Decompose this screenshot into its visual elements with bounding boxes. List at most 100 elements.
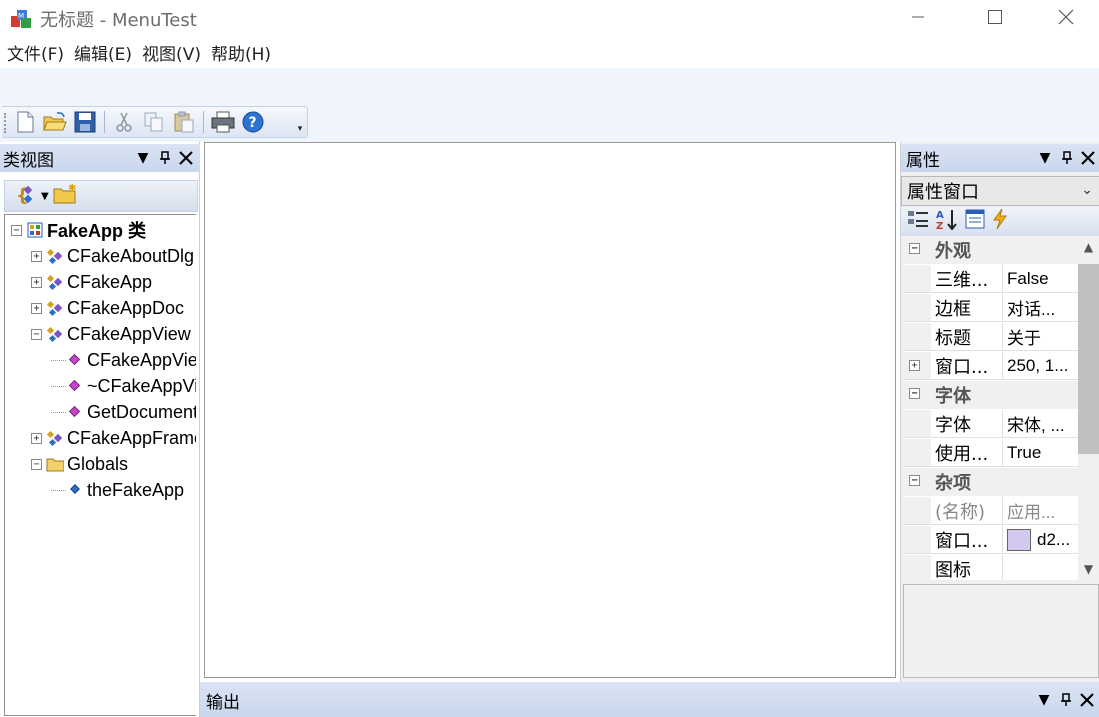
scroll-down-icon[interactable]: ▼ xyxy=(1078,558,1099,580)
color-swatch[interactable] xyxy=(1007,528,1031,551)
property-category[interactable]: − 字体 xyxy=(903,381,1078,409)
tree-item-label: Globals xyxy=(67,453,129,474)
properties-header: 属性 ▼ xyxy=(901,144,1099,172)
tree-item[interactable]: + CFakeAppDoc xyxy=(31,296,184,320)
maximize-button[interactable] xyxy=(972,0,1018,34)
toolbar-grip[interactable] xyxy=(4,113,7,133)
dropdown-arrow-icon[interactable]: ▼ xyxy=(133,148,153,168)
title-bar: M 无标题 - MenuTest xyxy=(0,0,1099,36)
pin-icon[interactable] xyxy=(1056,690,1076,710)
property-row[interactable]: 标题 关于 xyxy=(903,323,1078,351)
tree-item[interactable]: GetDocument xyxy=(51,400,196,424)
class-icon xyxy=(46,429,64,447)
document-view[interactable] xyxy=(204,142,896,678)
tree-item[interactable]: − Globals xyxy=(31,452,128,476)
new-folder-icon[interactable]: ✱ xyxy=(53,183,77,210)
expand-icon[interactable]: + xyxy=(31,250,42,262)
collapse-icon[interactable]: − xyxy=(909,388,920,399)
tree-item-label: CFakeAppFrame xyxy=(67,427,196,448)
property-category[interactable]: − 外观 xyxy=(903,236,1078,264)
tree-item[interactable]: theFakeApp xyxy=(51,478,184,502)
properties-object-combo[interactable]: 属性窗口 ⌄ xyxy=(901,176,1099,206)
standard-toolbar: ? ▾ xyxy=(2,106,308,138)
property-grid-scrollbar[interactable]: ▲ ▼ xyxy=(1078,236,1099,580)
collapse-icon[interactable]: − xyxy=(31,458,42,470)
tree-connector xyxy=(51,489,66,491)
property-row[interactable]: (名称) 应用... xyxy=(903,497,1078,525)
pin-icon[interactable] xyxy=(1057,148,1077,168)
save-icon[interactable] xyxy=(70,108,100,136)
sort-classes-icon[interactable]: { xyxy=(15,183,37,210)
property-value[interactable]: d2... xyxy=(1003,526,1078,554)
categorized-icon[interactable] xyxy=(907,209,929,234)
property-category[interactable]: − 杂项 xyxy=(903,468,1078,496)
close-pane-icon[interactable] xyxy=(176,148,196,168)
property-value[interactable]: 宋体, ... xyxy=(1003,410,1078,438)
properties-page-icon[interactable] xyxy=(965,209,985,234)
toolbar-overflow-button[interactable]: ▾ xyxy=(293,107,307,137)
tree-item[interactable]: ~CFakeAppView xyxy=(51,374,196,398)
cut-icon[interactable] xyxy=(109,108,139,136)
chevron-down-icon: ⌄ xyxy=(1081,182,1093,198)
expand-icon[interactable]: + xyxy=(31,276,42,288)
menu-file[interactable]: 文件(F) xyxy=(6,40,71,65)
paste-icon[interactable] xyxy=(169,108,199,136)
tree-item[interactable]: + CFakeAboutDlg xyxy=(31,244,194,268)
expand-icon[interactable]: + xyxy=(909,360,920,371)
property-value-text: 250, 1... xyxy=(1007,355,1069,375)
collapse-icon[interactable]: − xyxy=(11,224,22,236)
tree-item-label: CFakeAboutDlg xyxy=(67,245,195,266)
property-row[interactable]: 三维... False xyxy=(903,265,1078,293)
tree-item[interactable]: + CFakeApp xyxy=(31,270,152,294)
scroll-up-icon[interactable]: ▲ xyxy=(1078,236,1099,258)
property-value[interactable]: 应用... xyxy=(1003,497,1078,525)
menu-help[interactable]: 帮助(H) xyxy=(210,40,278,65)
property-row[interactable]: 边框 对话... xyxy=(903,294,1078,322)
collapse-icon[interactable]: − xyxy=(31,328,42,340)
tree-item-label: ~CFakeAppView xyxy=(87,375,196,396)
tree-item[interactable]: + CFakeAppFrame xyxy=(31,426,196,450)
property-row[interactable]: 窗口... d2... xyxy=(903,526,1078,554)
method-icon xyxy=(66,351,84,369)
pin-icon[interactable] xyxy=(155,148,175,168)
new-icon[interactable] xyxy=(10,108,40,136)
open-icon[interactable] xyxy=(40,108,70,136)
property-value[interactable]: 250, 1... xyxy=(1003,352,1078,380)
alphabetical-icon[interactable]: AZ xyxy=(935,208,959,235)
close-pane-icon[interactable] xyxy=(1078,148,1098,168)
dropdown-arrow-icon[interactable]: ▼ xyxy=(1034,690,1054,710)
tree-item[interactable]: − FakeApp 类 xyxy=(11,218,146,242)
property-value[interactable]: 关于 xyxy=(1003,323,1078,351)
help-icon[interactable]: ? xyxy=(238,108,268,136)
property-name: (名称) xyxy=(903,497,1003,525)
property-value[interactable]: False xyxy=(1003,265,1078,293)
property-row[interactable]: 使用... True xyxy=(903,439,1078,467)
menu-view[interactable]: 视图(V) xyxy=(141,40,208,65)
output-title: 输出 xyxy=(206,693,240,713)
sort-dropdown-arrow[interactable]: ▼ xyxy=(41,191,49,202)
print-icon[interactable] xyxy=(208,108,238,136)
close-button[interactable] xyxy=(1043,0,1089,34)
collapse-icon[interactable]: − xyxy=(909,475,920,486)
property-row[interactable]: 窗口... +250, 1... xyxy=(903,352,1078,380)
property-value[interactable]: True xyxy=(1003,439,1078,467)
minimize-button[interactable] xyxy=(895,0,941,34)
toolbar-area: ? ▾ xyxy=(0,68,1099,142)
expand-icon[interactable]: + xyxy=(31,302,42,314)
property-row[interactable]: 图标 xyxy=(903,555,1078,580)
copy-icon[interactable] xyxy=(139,108,169,136)
scrollbar-thumb[interactable] xyxy=(1078,264,1099,454)
tree-item[interactable]: CFakeAppView xyxy=(51,348,196,372)
expand-icon[interactable]: + xyxy=(31,432,42,444)
property-value[interactable] xyxy=(1003,555,1078,580)
tree-item-label: FakeApp 类 xyxy=(47,221,147,241)
events-icon[interactable] xyxy=(991,208,1009,235)
menu-edit[interactable]: 编辑(E) xyxy=(73,40,139,65)
property-row[interactable]: 字体 宋体, ... xyxy=(903,410,1078,438)
collapse-icon[interactable]: − xyxy=(909,243,920,254)
svg-text:M: M xyxy=(18,12,24,20)
close-pane-icon[interactable] xyxy=(1077,690,1097,710)
dropdown-arrow-icon[interactable]: ▼ xyxy=(1035,148,1055,168)
property-value[interactable]: 对话... xyxy=(1003,294,1078,322)
tree-item[interactable]: − CFakeAppView xyxy=(31,322,191,346)
